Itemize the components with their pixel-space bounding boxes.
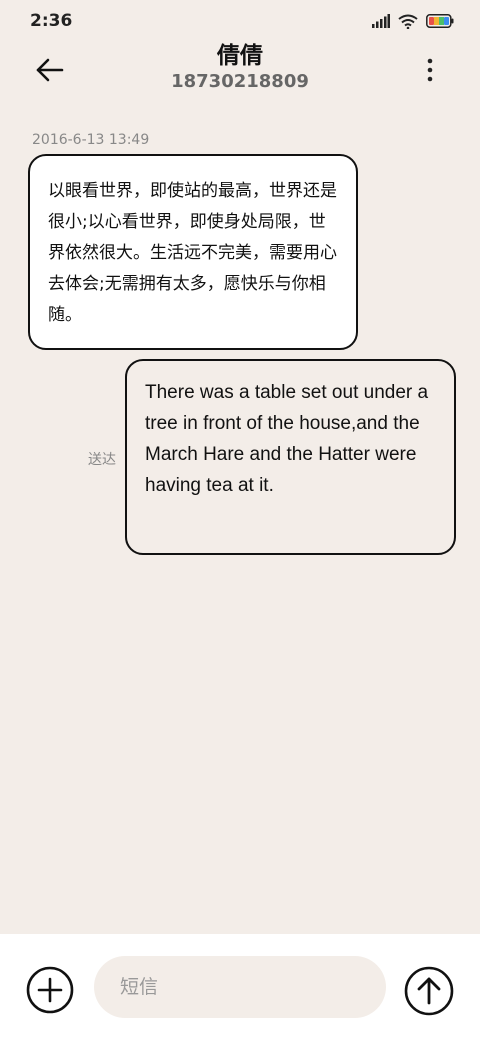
status-time: 2:36: [30, 11, 73, 31]
outgoing-message-bubble[interactable]: There was a table set out under a tree i…: [125, 359, 456, 555]
status-icons: [372, 14, 454, 29]
message-timestamp: 2016-6-13 13:49: [32, 132, 150, 148]
plus-circle-icon[interactable]: [26, 966, 74, 1014]
more-vertical-icon[interactable]: [418, 56, 442, 84]
incoming-message-bubble[interactable]: 以眼看世界，即使站的最高，世界还是很小;以心看世界，即使身处局限，世界依然很大。…: [28, 154, 358, 350]
signal-icon: [372, 14, 390, 28]
contact-info: 倩倩 18730218809: [0, 42, 480, 94]
contact-number: 18730218809: [171, 71, 309, 92]
conversation-header: 倩倩 18730218809: [0, 42, 480, 122]
status-bar: 2:36: [0, 0, 480, 42]
message-input[interactable]: [94, 956, 386, 1018]
composer-bar: [0, 934, 480, 1040]
wifi-icon: [398, 14, 418, 29]
delivered-status: 送达: [88, 452, 116, 468]
arrow-up-circle-icon[interactable]: [404, 966, 454, 1016]
battery-icon: [426, 14, 454, 28]
contact-name: 倩倩: [217, 43, 263, 69]
